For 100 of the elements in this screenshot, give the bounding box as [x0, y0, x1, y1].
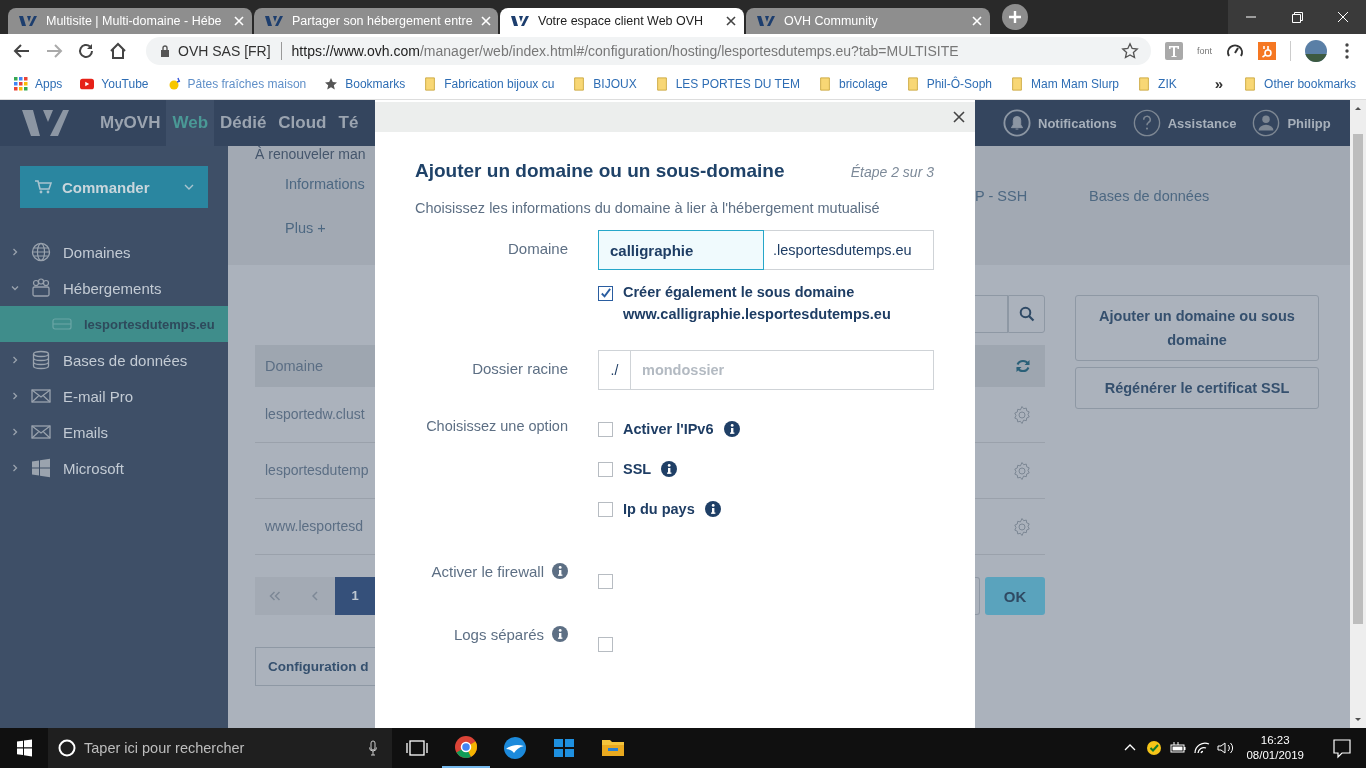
folder-icon	[654, 76, 669, 91]
folder-icon	[1010, 76, 1025, 91]
chevron-icon	[11, 284, 19, 292]
domain-input[interactable]: calligraphie	[598, 230, 764, 270]
browser-tab[interactable]: OVH Community	[746, 8, 990, 34]
sidebar-item[interactable]: E-mail Pro	[0, 378, 228, 414]
action-button[interactable]: Régénérer le certificat SSL	[1075, 367, 1319, 409]
search-placeholder: Taper ici pour rechercher	[84, 740, 245, 756]
cart-icon	[34, 179, 52, 195]
group-icon	[31, 278, 51, 298]
apps-grid-icon	[14, 76, 28, 91]
info-icon[interactable]	[704, 501, 721, 517]
avatar-icon[interactable]	[1305, 40, 1327, 62]
checkbox-label: Créer également le sous domaine	[623, 284, 856, 300]
close-icon[interactable]	[953, 111, 965, 123]
checkbox[interactable]	[598, 461, 613, 477]
server-icon	[52, 318, 72, 330]
nav-link[interactable]: Web	[166, 100, 215, 146]
database-icon	[31, 350, 51, 370]
field-label: Logs séparés	[453, 625, 544, 643]
logo-icon[interactable]	[20, 108, 70, 138]
address-bar[interactable]: OVH SAS [FR] https://www.ovh.com/manager/web/index.html#/configuration/hosting/lesportesdutemps.eu?tab=MULTISITE	[146, 37, 1151, 65]
action-button[interactable]: Ajouter un domaine ou sous domaine	[1075, 295, 1319, 361]
bookmark-item[interactable]: YouTube	[80, 76, 149, 91]
microphone-icon[interactable]	[368, 740, 378, 756]
reload-icon[interactable]	[76, 41, 96, 61]
chevron-icon	[11, 392, 19, 400]
bookmark-item[interactable]: bricolage	[817, 76, 888, 91]
go-button[interactable]: OK	[985, 577, 1045, 615]
clock-time[interactable]: 16:23	[1260, 733, 1290, 748]
bookmark-star-icon[interactable]	[1121, 42, 1139, 60]
browser-tab[interactable]: Multisite | Multi-domaine - Hébe	[8, 8, 252, 34]
user-icon[interactable]	[1252, 109, 1281, 137]
play-icon	[80, 76, 95, 91]
close-icon[interactable]	[726, 16, 736, 26]
checkbox[interactable]	[598, 501, 613, 517]
checkbox-label: Ip du pays	[623, 501, 695, 517]
nav-link[interactable]: Notifications	[1038, 115, 1117, 131]
bookmark-item[interactable]: Phil-Ô-Soph	[905, 76, 993, 91]
bookmark-item[interactable]: Other bookmarks	[1243, 76, 1357, 91]
checkbox[interactable]	[598, 574, 613, 589]
info-icon[interactable]	[552, 563, 568, 579]
sidebar-item[interactable]: Microsoft	[0, 450, 228, 486]
browser-tab[interactable]: Partager son hébergement entre	[254, 8, 498, 34]
bookmark-item[interactable]: Mam Mam Slurp	[1010, 76, 1120, 91]
cortana-icon[interactable]	[58, 739, 76, 757]
page-button[interactable]: 1	[335, 577, 375, 615]
nav-link[interactable]: MyOVH	[94, 100, 167, 146]
search-button[interactable]	[1008, 295, 1045, 333]
windows-icon	[31, 458, 51, 478]
info-icon[interactable]	[661, 461, 678, 477]
folder-input[interactable]: mondossier	[630, 350, 934, 390]
bookmark-item[interactable]: Fabrication bijoux cu	[423, 76, 555, 91]
folder-icon	[817, 76, 832, 91]
domain-suffix: .lesportesdutemps.eu	[764, 230, 934, 270]
folder-icon	[1243, 76, 1258, 91]
checkbox[interactable]	[598, 286, 613, 301]
menu-icon[interactable]	[1345, 43, 1349, 59]
page-tab[interactable]: Informations	[285, 162, 375, 206]
taskbar-search[interactable]: Taper ici pour rechercher	[48, 728, 392, 768]
sidebar-item[interactable]: Domaines	[0, 234, 228, 270]
bookmark-item[interactable]: BIJOUX	[572, 76, 637, 91]
home-icon[interactable]	[108, 41, 128, 61]
new-tab-icon[interactable]	[1002, 4, 1028, 30]
field-label: Choisissez une option	[425, 418, 568, 436]
info-icon[interactable]	[723, 421, 740, 437]
sidebar-item[interactable]: Bases de données	[0, 342, 228, 378]
order-button[interactable]: Commander	[20, 166, 208, 208]
bell-icon[interactable]	[1003, 109, 1031, 137]
sidebar-item[interactable]: Hébergements	[0, 270, 228, 306]
checkbox[interactable]	[598, 637, 613, 652]
font-extension[interactable]: font	[1197, 46, 1212, 56]
refresh-icon[interactable]	[1015, 358, 1031, 374]
bookmark-item[interactable]: LES PORTES DU TEM	[654, 76, 800, 91]
nav-link[interactable]: Philipp	[1287, 115, 1331, 131]
nav-link[interactable]: Cloud	[272, 100, 333, 146]
checkbox[interactable]	[598, 421, 613, 437]
bookmark-item[interactable]: Pâtes fraîches maison	[166, 76, 307, 91]
bookmark-item[interactable]: ZIK	[1137, 76, 1177, 91]
folder-icon	[423, 76, 438, 91]
sidebar-item[interactable]: Emails	[0, 414, 228, 450]
scroll-up-icon[interactable]	[1353, 104, 1363, 112]
nav-link[interactable]: Assistance	[1167, 115, 1237, 131]
lock-icon	[160, 45, 170, 57]
page-number-field[interactable]	[975, 577, 980, 615]
field-label: Dossier racine	[471, 359, 568, 379]
sprocket-icon[interactable]	[1258, 42, 1276, 60]
bookmark-item[interactable]: Apps	[14, 76, 63, 91]
help-icon[interactable]	[1132, 109, 1161, 137]
scrollbar[interactable]	[1350, 100, 1366, 728]
nav-link[interactable]: Té	[332, 100, 365, 146]
scroll-down-icon[interactable]	[1353, 716, 1363, 724]
browser-tab[interactable]: Votre espace client Web OVH	[500, 8, 744, 34]
envelope-icon	[31, 422, 51, 442]
more-bookmarks-button[interactable]: »	[1214, 75, 1224, 92]
page-tab[interactable]: Bases de données	[1089, 188, 1210, 204]
nav-link[interactable]: Dédié	[214, 100, 273, 146]
bookmark-item[interactable]: Bookmarks	[324, 76, 406, 91]
clock-date[interactable]: 08/01/2019	[1246, 748, 1304, 763]
info-icon[interactable]	[552, 626, 568, 642]
